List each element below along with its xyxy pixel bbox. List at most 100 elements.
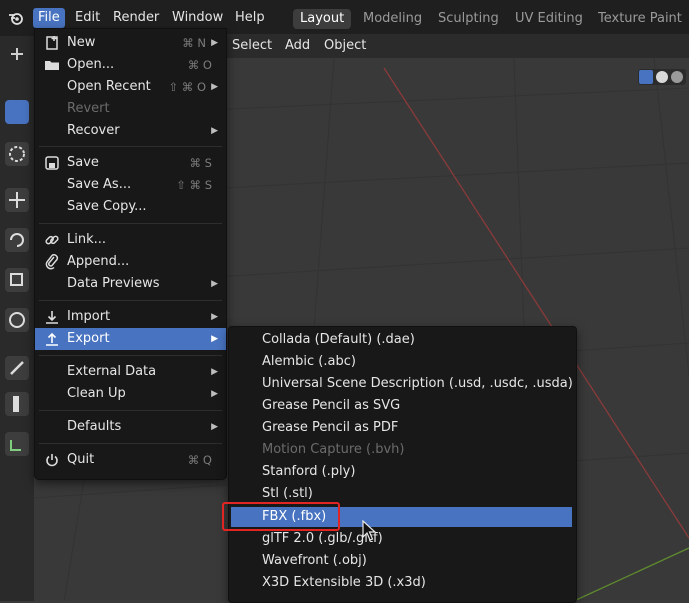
menu-item-recover[interactable]: Recover ▶ [35,120,226,142]
export-item-usd[interactable]: Universal Scene Description (.usd, .usdc… [229,373,576,395]
export-item-motion-capture[interactable]: Motion Capture (.bvh) [229,439,576,461]
viewport-header: Select Add Object [225,34,689,58]
menu-item-label: External Data [67,364,157,379]
shortcut-label: ⌘ S [189,156,212,170]
viewport-menu-select[interactable]: Select [232,38,272,53]
menu-item-label: Universal Scene Description (.usd, .usdc… [262,376,573,391]
menu-item-import[interactable]: Import ▶ [35,306,226,328]
menu-item-label: Alembic (.abc) [262,354,356,369]
menu-item-label: Grease Pencil as SVG [262,398,401,413]
submenu-arrow-icon: ▶ [211,422,218,432]
menu-separator [39,300,222,301]
submenu-arrow-icon: ▶ [211,38,218,48]
menu-item-open-recent[interactable]: Open Recent ⇧ ⌘ O ▶ [35,76,226,98]
export-item-collada[interactable]: Collada (Default) (.dae) [229,329,576,351]
export-item-gltf[interactable]: glTF 2.0 (.glb/.gltf) [229,528,576,550]
export-icon [46,332,58,346]
menu-item-data-previews[interactable]: Data Previews ▶ [35,273,226,295]
shortcut-label: ⌘ N [182,36,206,50]
cursor-tool-icon[interactable] [5,142,29,166]
export-item-stanford[interactable]: Stanford (.ply) [229,461,576,483]
menu-item-export[interactable]: Export ▶ [35,328,226,350]
shortcut-label: ⇧ ⌘ S [176,178,212,192]
shading-mode-buttons[interactable] [638,69,686,85]
move-tool-icon[interactable] [5,188,29,212]
menu-item-label: Revert [67,101,110,116]
menu-item-label: Open... [67,57,115,72]
menu-item-label: Open Recent [67,79,151,94]
menu-item-label: Save Copy... [67,199,147,214]
submenu-arrow-icon: ▶ [211,367,218,377]
solid-shading-icon[interactable] [656,71,668,83]
shortcut-label: ⌘ O [187,58,212,72]
rotate-tool-icon[interactable] [5,228,29,252]
material-shading-icon[interactable] [671,71,683,83]
menu-separator [39,146,222,147]
submenu-arrow-icon: ▶ [211,126,218,136]
menu-item-label: Wavefront (.obj) [262,553,367,568]
tab-uv-editing[interactable]: UV Editing [508,9,590,29]
add-cube-tool-icon[interactable] [5,432,29,456]
menu-item-label: Quit [67,452,95,467]
tab-layout[interactable]: Layout [293,9,352,29]
tool-shelf [0,36,34,601]
scale-tool-icon[interactable] [5,268,29,292]
export-item-x3d[interactable]: X3D Extensible 3D (.x3d) [229,572,576,594]
menu-item-label: Motion Capture (.bvh) [262,442,405,457]
menu-item-label: Export [67,331,110,346]
menu-item-open[interactable]: Open... ⌘ O [35,54,226,76]
annotate-tool-icon[interactable] [5,356,29,380]
menu-file[interactable]: File [33,8,65,28]
menu-item-label: Save As... [67,177,132,192]
wireframe-shading-icon[interactable] [639,70,653,84]
menu-item-label: Stanford (.ply) [262,464,356,479]
viewport-menu-object[interactable]: Object [324,38,366,53]
tab-modeling[interactable]: Modeling [356,9,429,29]
export-item-wavefront[interactable]: Wavefront (.obj) [229,550,576,572]
menu-render[interactable]: Render [108,8,164,28]
menu-item-save-copy[interactable]: Save Copy... [35,196,226,218]
menu-item-save-as[interactable]: Save As... ⇧ ⌘ S [35,174,226,196]
export-item-grease-pencil-svg[interactable]: Grease Pencil as SVG [229,395,576,417]
select-tool-icon[interactable] [5,100,29,124]
shortcut-label: ⌘ Q [187,453,212,467]
blender-logo-icon[interactable] [8,10,24,26]
menu-item-link[interactable]: Link... [35,229,226,251]
submenu-arrow-icon: ▶ [211,279,218,289]
tab-texture-paint[interactable]: Texture Paint [591,9,689,29]
menu-window[interactable]: Window [167,8,228,28]
menu-separator [39,223,222,224]
menu-item-label: Recover [67,123,120,138]
menu-item-label: Grease Pencil as PDF [262,420,399,435]
menu-item-revert[interactable]: Revert [35,98,226,120]
mouse-cursor-icon [362,520,376,541]
menu-item-external-data[interactable]: External Data ▶ [35,361,226,383]
export-submenu: Collada (Default) (.dae) Alembic (.abc) … [228,326,577,603]
tab-sculpting[interactable]: Sculpting [431,9,506,29]
viewport-menu-add[interactable]: Add [285,38,310,53]
menu-edit[interactable]: Edit [70,8,105,28]
menu-item-label: Defaults [67,419,122,434]
export-item-alembic[interactable]: Alembic (.abc) [229,351,576,373]
menu-item-append[interactable]: Append... [35,251,226,273]
menu-separator [39,410,222,411]
menu-item-label: Append... [67,254,130,269]
transform-tool-icon[interactable] [5,308,29,332]
menu-item-label: Collada (Default) (.dae) [262,332,415,347]
shortcut-label: ⇧ ⌘ O [168,80,207,94]
menu-separator [39,443,222,444]
menu-item-quit[interactable]: Quit ⌘ Q [35,449,226,471]
measure-tool-icon[interactable] [5,392,29,416]
menu-help[interactable]: Help [230,8,270,28]
annotation-highlight-box [222,502,340,531]
menu-item-defaults[interactable]: Defaults ▶ [35,416,226,438]
save-icon [45,156,59,170]
export-item-grease-pencil-pdf[interactable]: Grease Pencil as PDF [229,417,576,439]
menu-item-label: X3D Extensible 3D (.x3d) [262,575,426,590]
menu-item-label: Data Previews [67,276,160,291]
menu-item-new[interactable]: New ⌘ N ▶ [35,32,226,54]
menu-item-save[interactable]: Save ⌘ S [35,152,226,174]
menu-item-clean-up[interactable]: Clean Up ▶ [35,383,226,405]
editor-type-icon[interactable] [5,42,29,66]
file-menu: New ⌘ N ▶ Open... ⌘ O Open Recent ⇧ ⌘ O … [34,28,227,480]
